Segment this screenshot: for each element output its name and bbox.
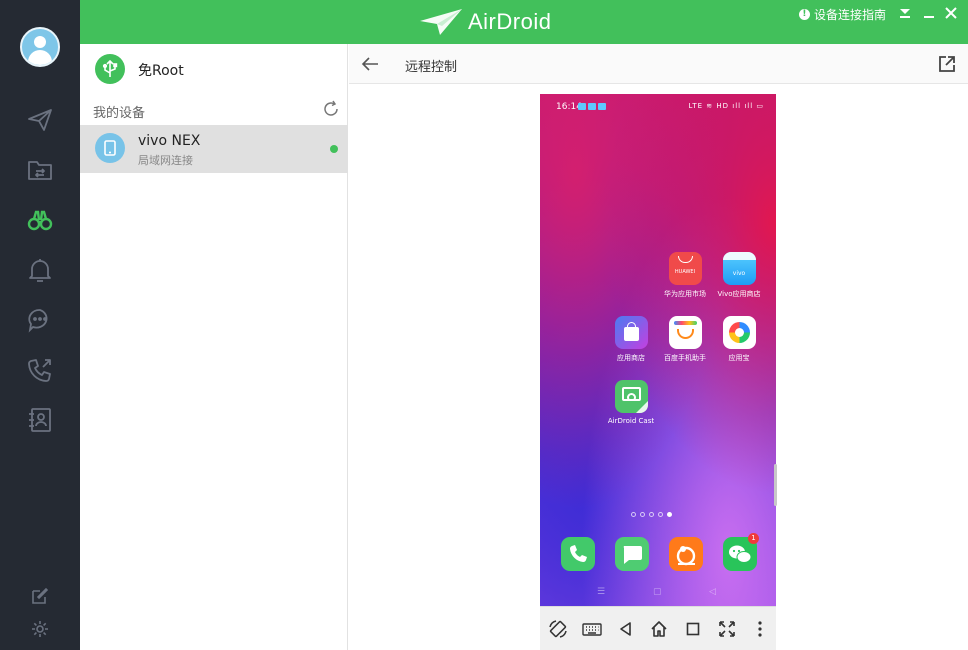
app-app-store[interactable]: 应用商店 bbox=[605, 316, 657, 363]
back-triangle-icon[interactable] bbox=[616, 619, 636, 639]
send-icon[interactable] bbox=[24, 104, 56, 136]
app-label: Vivo应用商店 bbox=[717, 290, 761, 298]
file-transfer-icon[interactable] bbox=[24, 154, 56, 186]
bell-icon[interactable] bbox=[24, 254, 56, 286]
edit-icon[interactable] bbox=[30, 586, 50, 606]
info-icon: ! bbox=[798, 9, 810, 20]
recent-apps-square-icon[interactable] bbox=[683, 619, 703, 639]
fullscreen-icon[interactable] bbox=[717, 619, 737, 639]
guide-label: 设备连接指南 bbox=[813, 8, 886, 22]
baidu-assistant-icon bbox=[668, 316, 702, 349]
yingyongbao-icon bbox=[722, 316, 756, 349]
back-soft-icon[interactable]: ◁ bbox=[709, 587, 716, 597]
settings-gear-icon[interactable] bbox=[30, 619, 50, 639]
device-panel: 免Root 我的设备 vivo NEX 局域网连接 bbox=[80, 44, 348, 650]
app-label: 百度手机助手 bbox=[664, 354, 706, 362]
minimize-icon[interactable] bbox=[920, 4, 938, 22]
usb-icon bbox=[95, 54, 125, 84]
phone-screen-mirror[interactable]: 16:14 LTE ≋ HD ıll ıll ▭ HUAWEI 华为应用市场 v… bbox=[540, 94, 776, 606]
my-devices-header: 我的设备 bbox=[80, 98, 348, 122]
notification-icons bbox=[578, 103, 606, 110]
no-root-label: 免Root bbox=[138, 63, 184, 79]
app-baidu-assistant[interactable]: 百度手机助手 bbox=[659, 316, 711, 363]
app-yingyongbao[interactable]: 应用宝 bbox=[713, 316, 765, 363]
app-vivo-appstore[interactable]: vivo Vivo应用商店 bbox=[713, 252, 765, 299]
rotate-screen-icon[interactable] bbox=[548, 619, 568, 639]
no-root-row[interactable]: 免Root bbox=[80, 44, 348, 94]
binoculars-icon[interactable] bbox=[24, 204, 56, 236]
home-icon[interactable] bbox=[649, 619, 669, 639]
home-soft-icon[interactable]: ▢ bbox=[653, 587, 662, 597]
messages-app-icon[interactable] bbox=[615, 537, 649, 571]
app-label: 应用商店 bbox=[617, 354, 645, 362]
back-arrow-icon[interactable] bbox=[361, 55, 379, 73]
app-label: AirDroid Cast bbox=[607, 417, 655, 425]
app-label: 华为应用市场 bbox=[664, 290, 706, 298]
refresh-icon[interactable] bbox=[322, 100, 340, 118]
phone-app-icon[interactable] bbox=[561, 537, 595, 571]
app-airdroid-cast[interactable]: AirDroid Cast bbox=[605, 380, 657, 425]
phone-control-bar bbox=[540, 606, 776, 650]
close-icon[interactable] bbox=[942, 4, 960, 22]
app-store-bag-icon bbox=[614, 316, 648, 349]
my-devices-label: 我的设备 bbox=[93, 106, 146, 121]
device-name: vivo NEX bbox=[138, 133, 201, 149]
pop-out-window-icon[interactable] bbox=[938, 55, 956, 73]
left-sidebar bbox=[0, 0, 80, 650]
huawei-appgallery-icon: HUAWEI bbox=[668, 252, 702, 285]
recent-apps-soft-icon[interactable]: ☰ bbox=[597, 587, 605, 597]
airdroid-logo: AirDroid bbox=[418, 6, 551, 38]
call-icon[interactable] bbox=[24, 354, 56, 386]
wechat-unread-badge: 1 bbox=[748, 533, 759, 544]
collapse-icon[interactable] bbox=[896, 4, 914, 22]
phone-status-bar: 16:14 LTE ≋ HD ıll ıll ▭ bbox=[540, 94, 776, 116]
paper-plane-logo-icon bbox=[420, 9, 462, 35]
connection-guide-link[interactable]: ! 设备连接指南 bbox=[798, 6, 886, 23]
app-label: 应用宝 bbox=[728, 354, 750, 362]
device-connection-type: 局域网连接 bbox=[138, 154, 193, 167]
top-bar: AirDroid ! 设备连接指南 bbox=[80, 0, 968, 44]
contacts-icon[interactable] bbox=[24, 404, 56, 436]
phone-device-icon bbox=[95, 133, 125, 163]
app-huawei-appgallery[interactable]: HUAWEI 华为应用市场 bbox=[659, 252, 711, 299]
home-page-indicator bbox=[631, 512, 672, 517]
logo-text: AirDroid bbox=[468, 9, 552, 34]
page-title: 远程控制 bbox=[405, 60, 458, 75]
device-list-item[interactable]: vivo NEX 局域网连接 bbox=[80, 125, 348, 173]
remote-control-header: 远程控制 bbox=[349, 44, 968, 84]
online-status-indicator bbox=[330, 145, 338, 153]
phone-scrollbar[interactable] bbox=[774, 464, 777, 506]
keyboard-icon[interactable] bbox=[582, 619, 602, 639]
uc-browser-icon[interactable] bbox=[669, 537, 703, 571]
more-options-icon[interactable] bbox=[750, 619, 770, 639]
chat-icon[interactable] bbox=[24, 304, 56, 336]
airdroid-cast-icon bbox=[614, 380, 648, 413]
vivo-appstore-icon: vivo bbox=[722, 252, 756, 285]
status-icons: LTE ≋ HD ıll ıll ▭ bbox=[688, 102, 764, 110]
user-avatar[interactable] bbox=[20, 27, 60, 67]
